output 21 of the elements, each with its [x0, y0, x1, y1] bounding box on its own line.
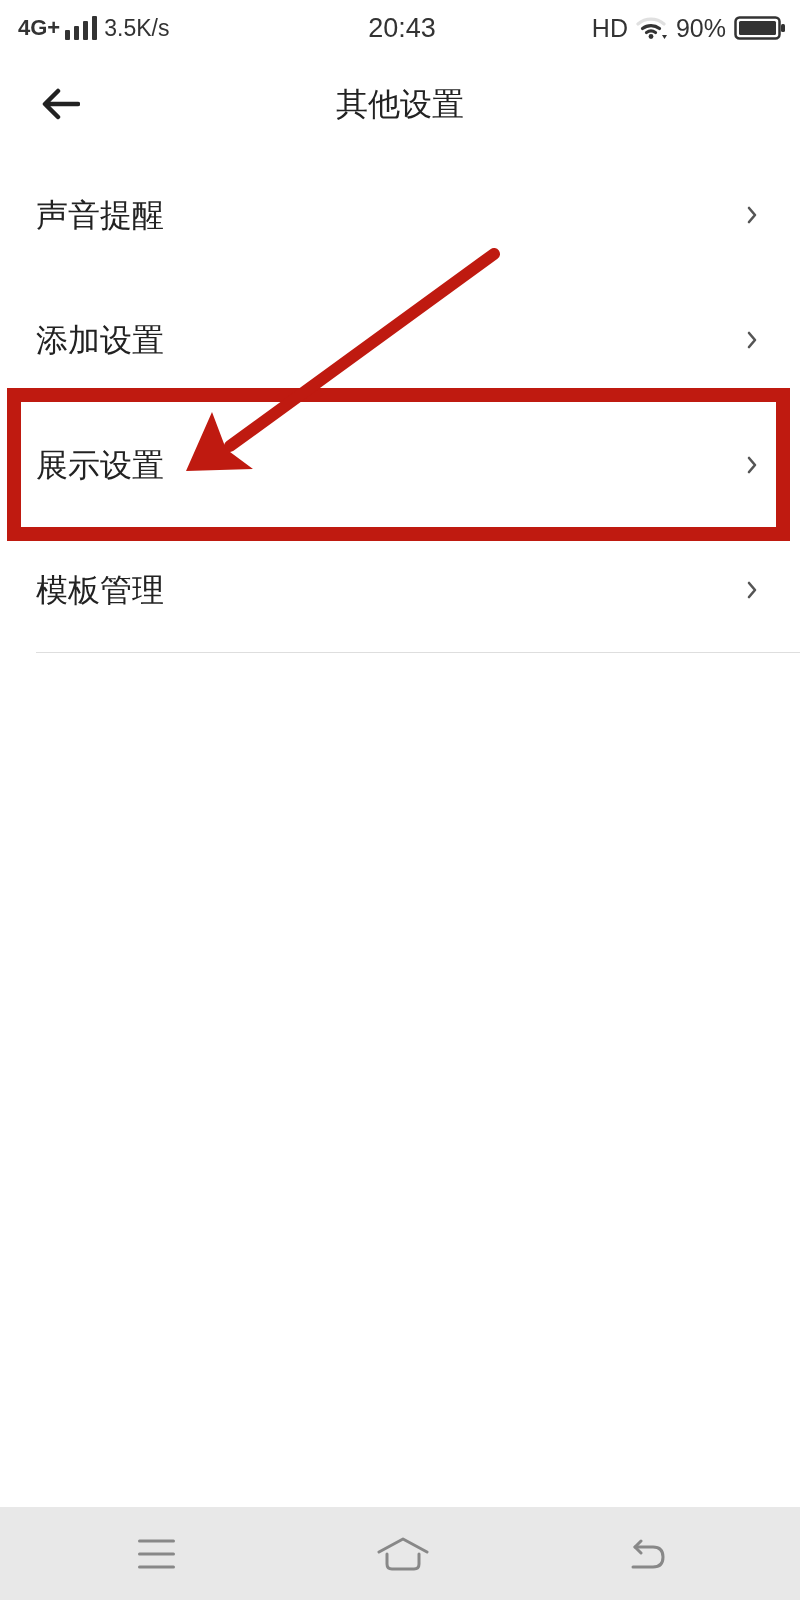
- hd-indicator: HD: [591, 15, 628, 41]
- settings-row[interactable]: 模板管理: [0, 527, 800, 652]
- battery-percent: 90%: [675, 15, 726, 41]
- menu-icon[interactable]: [138, 1538, 175, 1569]
- settings-row[interactable]: 声音提醒: [0, 152, 800, 277]
- chevron-right-icon: [747, 580, 757, 599]
- status-time: 20:43: [368, 14, 436, 42]
- battery-icon: [734, 16, 786, 40]
- chevron-right-icon: [747, 455, 757, 474]
- settings-row[interactable]: 添加设置: [0, 277, 800, 402]
- page-title: 其他设置: [336, 88, 464, 120]
- chevron-right-icon: [747, 330, 757, 349]
- back-icon[interactable]: [631, 1538, 665, 1569]
- settings-row[interactable]: 展示设置: [0, 402, 800, 527]
- back-arrow-icon[interactable]: [42, 88, 80, 120]
- home-icon[interactable]: [377, 1536, 429, 1571]
- signal-icon: [65, 16, 100, 40]
- wifi-icon: [635, 16, 668, 40]
- chevron-right-icon: [747, 205, 757, 224]
- network-speed: 3.5K/s: [104, 16, 170, 40]
- network-type: 4G+: [18, 17, 61, 39]
